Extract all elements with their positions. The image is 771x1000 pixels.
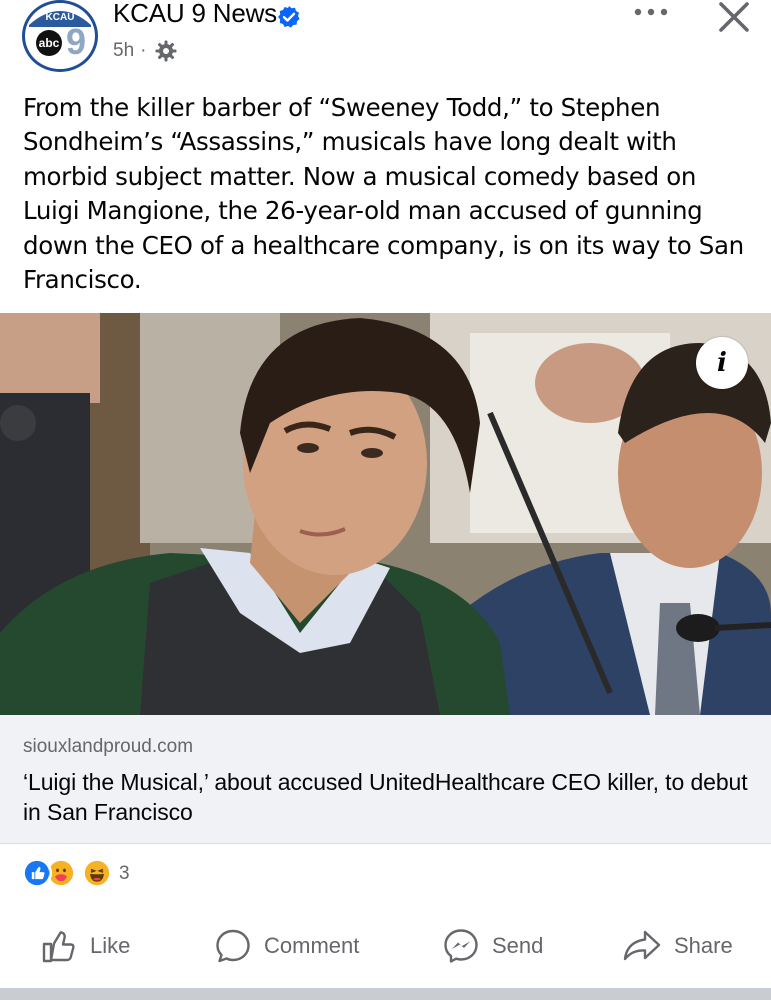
haha-reaction-icon bbox=[82, 858, 112, 888]
like-reaction-icon bbox=[22, 858, 52, 888]
post-timestamp[interactable]: 5h bbox=[113, 40, 134, 61]
post-header: KCAU abc 9 KCAU 9 News 5h · bbox=[0, 0, 771, 86]
globe-gear-icon[interactable] bbox=[155, 40, 177, 62]
divider bbox=[0, 843, 771, 844]
comment-button[interactable]: Comment bbox=[214, 920, 359, 972]
link-preview-image[interactable] bbox=[0, 313, 771, 715]
page-avatar[interactable]: KCAU abc 9 bbox=[22, 0, 98, 72]
feed-separator bbox=[0, 988, 771, 1000]
avatar-number: 9 bbox=[66, 21, 86, 62]
info-icon[interactable]: i bbox=[696, 337, 748, 389]
like-button[interactable]: Like bbox=[40, 920, 130, 972]
link-domain: siouxlandproud.com bbox=[23, 736, 194, 757]
share-button[interactable]: Share bbox=[622, 920, 733, 972]
send-label: Send bbox=[492, 933, 544, 958]
share-label: Share bbox=[674, 933, 733, 958]
action-bar: Like Comment Send Share bbox=[0, 920, 771, 972]
share-icon bbox=[623, 930, 661, 961]
more-icon[interactable] bbox=[632, 0, 672, 24]
messenger-icon bbox=[444, 929, 478, 963]
link-card[interactable]: siouxlandproud.com ‘Luigi the Musical,’ … bbox=[0, 715, 771, 843]
verified-badge-icon bbox=[278, 6, 300, 28]
link-title[interactable]: ‘Luigi the Musical,’ about accused Unite… bbox=[23, 767, 753, 827]
post-text: From the killer barber of “Sweeney Todd,… bbox=[23, 93, 744, 295]
like-icon bbox=[42, 931, 75, 963]
reaction-count[interactable]: 3 bbox=[119, 863, 130, 885]
close-icon[interactable] bbox=[715, 0, 753, 36]
meta-separator: · bbox=[140, 40, 147, 61]
page-name[interactable]: KCAU 9 News bbox=[113, 0, 277, 29]
comment-label: Comment bbox=[264, 933, 360, 958]
post-meta: 5h · bbox=[113, 40, 152, 62]
send-button[interactable]: Send bbox=[442, 920, 543, 972]
avatar-logo-text: abc bbox=[39, 36, 60, 50]
comment-icon bbox=[216, 929, 250, 963]
like-label: Like bbox=[90, 933, 131, 958]
